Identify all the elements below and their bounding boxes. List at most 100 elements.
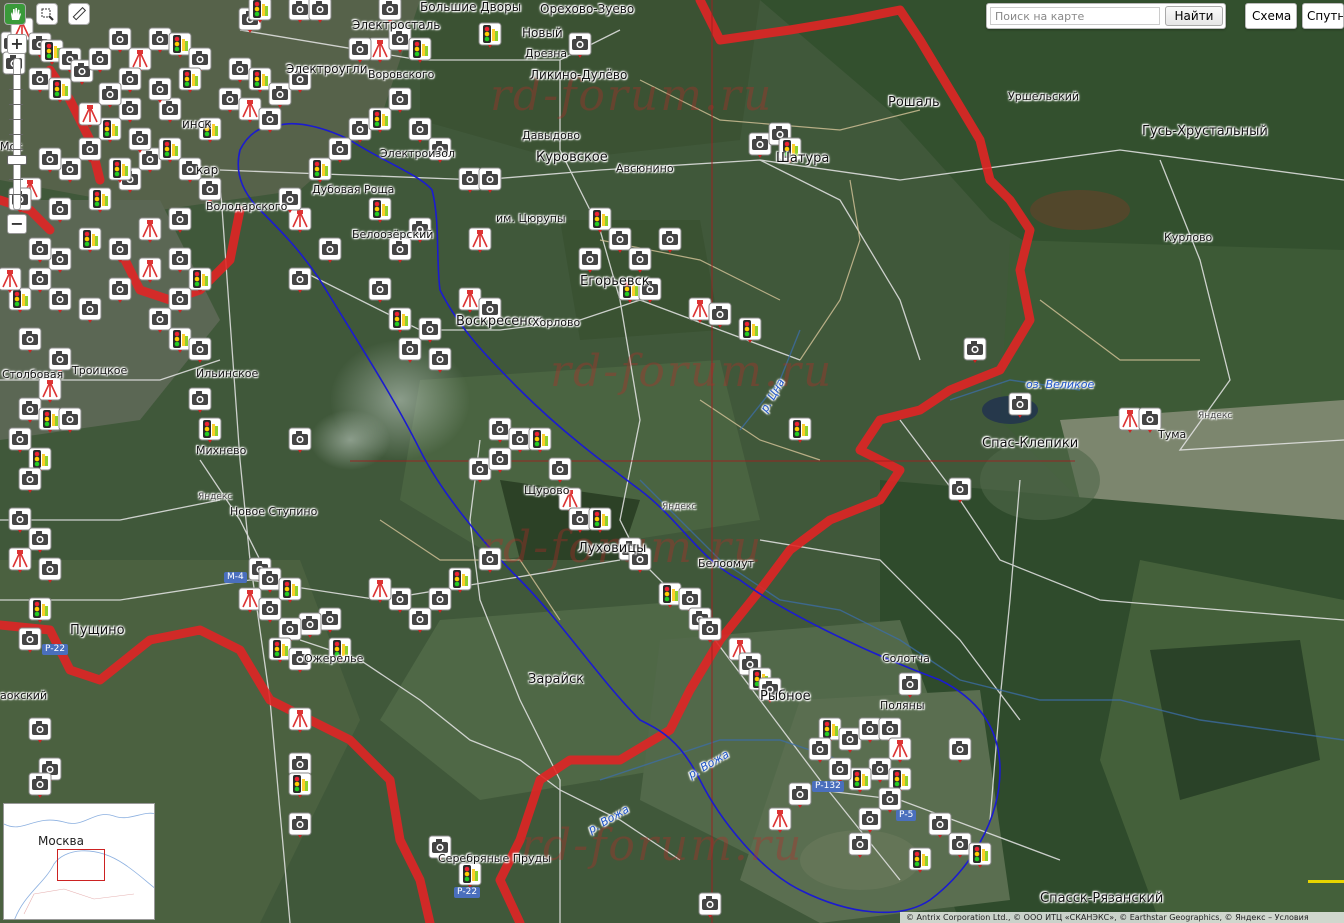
speed-camera-marker[interactable] <box>367 276 393 304</box>
tripod-camera-marker[interactable] <box>137 216 163 244</box>
traffic-light-marker[interactable] <box>737 316 763 344</box>
traffic-light-marker[interactable] <box>367 196 393 224</box>
speed-camera-marker[interactable] <box>127 126 153 154</box>
speed-camera-marker[interactable] <box>27 716 53 744</box>
speed-camera-marker[interactable] <box>657 226 683 254</box>
speed-camera-marker[interactable] <box>897 671 923 699</box>
magnifier-tool-button[interactable] <box>36 3 58 25</box>
place-label: Электроугли <box>286 62 368 76</box>
zoom-out-button[interactable]: − <box>7 214 27 234</box>
speed-camera-marker[interactable] <box>107 236 133 264</box>
place-label: Воскресенск <box>456 314 543 329</box>
traffic-light-marker[interactable] <box>787 416 813 444</box>
speed-camera-marker[interactable] <box>17 326 43 354</box>
speed-camera-marker[interactable] <box>697 891 723 919</box>
copyright-notice[interactable]: © Antrix Corporation Ltd., © ООО ИТЦ «СК… <box>900 912 1344 923</box>
speed-camera-marker[interactable] <box>307 0 333 24</box>
search-button[interactable]: Найти <box>1165 6 1223 26</box>
speed-camera-marker[interactable] <box>17 466 43 494</box>
speed-camera-marker[interactable] <box>27 236 53 264</box>
speed-camera-marker[interactable] <box>427 346 453 374</box>
speed-camera-marker[interactable] <box>257 106 283 134</box>
tripod-camera-marker[interactable] <box>0 266 23 294</box>
pan-tool-button[interactable] <box>4 3 26 25</box>
speed-camera-marker[interactable] <box>387 86 413 114</box>
speed-camera-marker[interactable] <box>167 206 193 234</box>
speed-camera-marker[interactable] <box>787 781 813 809</box>
traffic-light-marker[interactable] <box>107 156 133 184</box>
traffic-light-marker[interactable] <box>177 66 203 94</box>
tripod-camera-marker[interactable] <box>367 576 393 604</box>
speed-camera-marker[interactable] <box>477 546 503 574</box>
speed-camera-marker[interactable] <box>287 811 313 839</box>
traffic-light-marker[interactable] <box>407 36 433 64</box>
tripod-camera-marker[interactable] <box>287 706 313 734</box>
tripod-camera-marker[interactable] <box>767 806 793 834</box>
speed-camera-marker[interactable] <box>627 246 653 274</box>
satellite-layer-button[interactable]: Спутник <box>1302 3 1344 29</box>
traffic-light-marker[interactable] <box>967 841 993 869</box>
speed-camera-marker[interactable] <box>477 166 503 194</box>
traffic-light-marker[interactable] <box>477 21 503 49</box>
speed-camera-marker[interactable] <box>547 456 573 484</box>
speed-camera-marker[interactable] <box>577 246 603 274</box>
speed-camera-marker[interactable] <box>807 736 833 764</box>
speed-camera-marker[interactable] <box>487 446 513 474</box>
place-label: Спас-Клепики <box>982 436 1079 451</box>
speed-camera-marker[interactable] <box>347 36 373 64</box>
speed-camera-marker[interactable] <box>287 266 313 294</box>
traffic-light-marker[interactable] <box>287 771 313 799</box>
speed-camera-marker[interactable] <box>847 831 873 859</box>
traffic-light-marker[interactable] <box>587 506 613 534</box>
place-label: Курлово <box>1164 231 1213 244</box>
satellite-map[interactable]: rd-forum.ru rd-forum.ru rd-forum.ru rd-f… <box>0 0 1344 923</box>
zoom-in-button[interactable]: + <box>7 34 27 54</box>
minimap-viewport-frame[interactable] <box>57 849 105 881</box>
speed-camera-marker[interactable] <box>37 146 63 174</box>
speed-camera-marker[interactable] <box>947 736 973 764</box>
speed-camera-marker[interactable] <box>707 301 733 329</box>
tripod-camera-marker[interactable] <box>77 101 103 129</box>
speed-camera-marker[interactable] <box>107 276 133 304</box>
tripod-camera-marker[interactable] <box>467 226 493 254</box>
speed-camera-marker[interactable] <box>962 336 988 364</box>
speed-camera-marker[interactable] <box>57 406 83 434</box>
speed-camera-marker[interactable] <box>317 236 343 264</box>
traffic-light-marker[interactable] <box>197 416 223 444</box>
overview-minimap[interactable]: Москва <box>3 803 155 920</box>
speed-camera-marker[interactable] <box>697 616 723 644</box>
speed-camera-marker[interactable] <box>47 286 73 314</box>
speed-camera-marker[interactable] <box>187 336 213 364</box>
traffic-light-marker[interactable] <box>387 306 413 334</box>
speed-camera-marker[interactable] <box>77 296 103 324</box>
speed-camera-marker[interactable] <box>17 626 43 654</box>
ruler-tool-button[interactable] <box>68 3 90 25</box>
zoom-slider[interactable] <box>7 58 27 210</box>
speed-camera-marker[interactable] <box>147 76 173 104</box>
place-label: Троицкое <box>72 364 128 377</box>
speed-camera-marker[interactable] <box>47 196 73 224</box>
traffic-light-marker[interactable] <box>87 186 113 214</box>
tripod-camera-marker[interactable] <box>137 256 163 284</box>
speed-camera-marker[interactable] <box>857 806 883 834</box>
traffic-light-marker[interactable] <box>907 846 933 874</box>
zoom-slider-handle[interactable] <box>7 155 27 165</box>
speed-camera-marker[interactable] <box>27 771 53 799</box>
speed-camera-marker[interactable] <box>417 316 443 344</box>
traffic-light-marker[interactable] <box>527 426 553 454</box>
speed-camera-marker[interactable] <box>287 426 313 454</box>
speed-camera-marker[interactable] <box>1007 391 1033 419</box>
tripod-camera-marker[interactable] <box>7 546 33 574</box>
place-label: Щурово <box>524 484 570 497</box>
speed-camera-marker[interactable] <box>947 476 973 504</box>
speed-camera-marker[interactable] <box>37 556 63 584</box>
speed-camera-marker[interactable] <box>187 386 213 414</box>
traffic-light-marker[interactable] <box>77 226 103 254</box>
search-input[interactable] <box>990 7 1160 25</box>
traffic-light-marker[interactable] <box>27 596 53 624</box>
scheme-layer-button[interactable]: Схема <box>1245 3 1297 29</box>
place-label: инск <box>182 117 212 131</box>
traffic-light-marker[interactable] <box>247 0 273 24</box>
traffic-light-marker[interactable] <box>277 576 303 604</box>
speed-camera-marker[interactable] <box>567 31 593 59</box>
